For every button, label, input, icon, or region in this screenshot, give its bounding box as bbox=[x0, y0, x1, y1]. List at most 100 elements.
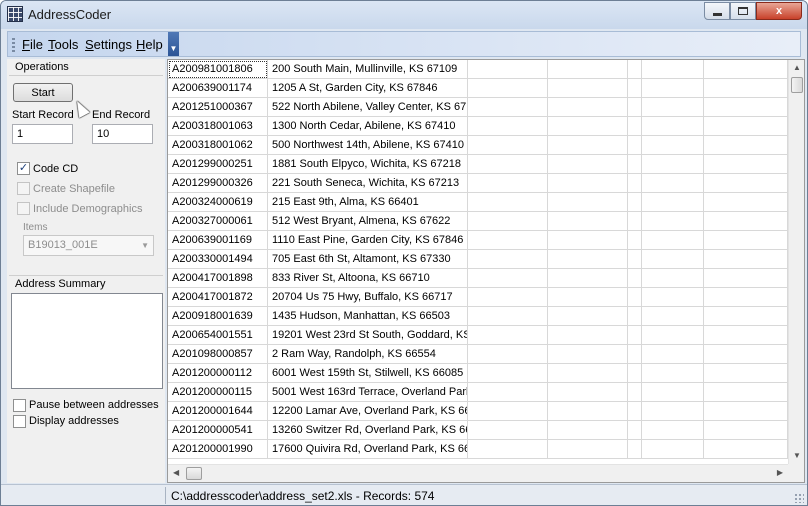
items-select[interactable]: B19013_001E ▼ bbox=[23, 235, 154, 256]
address-cell[interactable]: 221 South Seneca, Wichita, KS 67213 bbox=[268, 174, 468, 193]
empty-cell[interactable] bbox=[642, 307, 704, 326]
id-cell[interactable]: A201200001644 bbox=[168, 402, 268, 421]
empty-cell[interactable] bbox=[628, 60, 642, 79]
table-row[interactable]: A201200001644 12200 Lamar Ave, Overland P… bbox=[168, 402, 788, 421]
title-bar[interactable]: AddressCoder x bbox=[1, 1, 807, 29]
id-cell[interactable]: A201251000367 bbox=[168, 98, 268, 117]
table-row[interactable]: A201200001990 17600 Quivira Rd, Overland … bbox=[168, 440, 788, 459]
empty-cell[interactable] bbox=[704, 193, 788, 212]
empty-cell[interactable] bbox=[628, 402, 642, 421]
empty-cell[interactable] bbox=[704, 345, 788, 364]
id-cell[interactable]: A200639001169 bbox=[168, 231, 268, 250]
empty-cell[interactable] bbox=[468, 250, 548, 269]
empty-cell[interactable] bbox=[628, 250, 642, 269]
address-cell[interactable]: 705 East 6th St, Altamont, KS 67330 bbox=[268, 250, 468, 269]
empty-cell[interactable] bbox=[704, 326, 788, 345]
id-cell[interactable]: A201200000112 bbox=[168, 364, 268, 383]
table-row[interactable]: A200417001898 833 River St, Altoona, KS 6… bbox=[168, 269, 788, 288]
empty-cell[interactable] bbox=[628, 79, 642, 98]
empty-cell[interactable] bbox=[704, 364, 788, 383]
minimize-button[interactable] bbox=[704, 2, 730, 20]
empty-cell[interactable] bbox=[642, 60, 704, 79]
empty-cell[interactable] bbox=[468, 79, 548, 98]
empty-cell[interactable] bbox=[548, 288, 628, 307]
resize-grip-icon[interactable] bbox=[794, 493, 804, 503]
id-cell[interactable]: A200324000619 bbox=[168, 193, 268, 212]
id-cell[interactable]: A200654001551 bbox=[168, 326, 268, 345]
table-row[interactable]: A200330001494 705 East 6th St, Altamont, … bbox=[168, 250, 788, 269]
empty-cell[interactable] bbox=[704, 136, 788, 155]
table-row[interactable]: A200327000061 512 West Bryant, Almena, KS… bbox=[168, 212, 788, 231]
vertical-scroll-thumb[interactable] bbox=[791, 77, 803, 93]
empty-cell[interactable] bbox=[468, 117, 548, 136]
table-row[interactable]: A201200000112 6001 West 159th St, Stilwel… bbox=[168, 364, 788, 383]
empty-cell[interactable] bbox=[468, 402, 548, 421]
empty-cell[interactable] bbox=[704, 402, 788, 421]
table-row[interactable]: A201098000857 2 Ram Way, Randolph, KS 665… bbox=[168, 345, 788, 364]
empty-cell[interactable] bbox=[628, 440, 642, 459]
empty-cell[interactable] bbox=[468, 326, 548, 345]
table-row[interactable]: A200324000619 215 East 9th, Alma, KS 6640… bbox=[168, 193, 788, 212]
menu-grip-icon[interactable] bbox=[12, 38, 15, 52]
address-cell[interactable]: 512 West Bryant, Almena, KS 67622 bbox=[268, 212, 468, 231]
address-cell[interactable]: 19201 West 23rd St South, Goddard, KS 67… bbox=[268, 326, 468, 345]
id-cell[interactable]: A200330001494 bbox=[168, 250, 268, 269]
empty-cell[interactable] bbox=[468, 98, 548, 117]
address-cell[interactable]: 5001 West 163rd Terrace, Overland Park, … bbox=[268, 383, 468, 402]
address-cell[interactable]: 1300 North Cedar, Abilene, KS 67410 bbox=[268, 117, 468, 136]
table-row[interactable]: A200918001639 1435 Hudson, Manhattan, KS … bbox=[168, 307, 788, 326]
vertical-scrollbar[interactable]: ▲ ▼ bbox=[788, 60, 804, 464]
menu-overflow-button[interactable]: ▼ bbox=[168, 32, 179, 56]
empty-cell[interactable] bbox=[642, 98, 704, 117]
empty-cell[interactable] bbox=[468, 288, 548, 307]
id-cell[interactable]: A201299000251 bbox=[168, 155, 268, 174]
table-row[interactable]: A201299000251 1881 South Elpyco, Wichita,… bbox=[168, 155, 788, 174]
pause-checkbox[interactable] bbox=[13, 399, 26, 412]
table-row[interactable]: A201299000326 221 South Seneca, Wichita, … bbox=[168, 174, 788, 193]
id-cell[interactable]: A200327000061 bbox=[168, 212, 268, 231]
empty-cell[interactable] bbox=[468, 193, 548, 212]
code-cd-checkbox[interactable]: ✓ bbox=[17, 162, 30, 175]
address-cell[interactable]: 522 North Abilene, Valley Center, KS 671… bbox=[268, 98, 468, 117]
empty-cell[interactable] bbox=[548, 212, 628, 231]
empty-cell[interactable] bbox=[628, 117, 642, 136]
address-summary-textbox[interactable] bbox=[11, 293, 163, 389]
close-button[interactable]: x bbox=[756, 2, 802, 20]
empty-cell[interactable] bbox=[642, 250, 704, 269]
table-row[interactable]: A200318001062 500 Northwest 14th, Abilene… bbox=[168, 136, 788, 155]
empty-cell[interactable] bbox=[468, 174, 548, 193]
empty-cell[interactable] bbox=[628, 193, 642, 212]
empty-cell[interactable] bbox=[548, 383, 628, 402]
empty-cell[interactable] bbox=[628, 383, 642, 402]
empty-cell[interactable] bbox=[548, 269, 628, 288]
empty-cell[interactable] bbox=[548, 250, 628, 269]
empty-cell[interactable] bbox=[468, 440, 548, 459]
display-addresses-checkbox[interactable] bbox=[13, 415, 26, 428]
empty-cell[interactable] bbox=[628, 326, 642, 345]
address-cell[interactable]: 20704 Us 75 Hwy, Buffalo, KS 66717 bbox=[268, 288, 468, 307]
address-cell[interactable]: 6001 West 159th St, Stilwell, KS 66085 bbox=[268, 364, 468, 383]
address-cell[interactable]: 12200 Lamar Ave, Overland Park, KS 66209 bbox=[268, 402, 468, 421]
empty-cell[interactable] bbox=[628, 98, 642, 117]
table-row[interactable]: A201200000541 13260 Switzer Rd, Overland … bbox=[168, 421, 788, 440]
empty-cell[interactable] bbox=[468, 231, 548, 250]
empty-cell[interactable] bbox=[642, 193, 704, 212]
table-row[interactable]: A201251000367 522 North Abilene, Valley C… bbox=[168, 98, 788, 117]
empty-cell[interactable] bbox=[548, 136, 628, 155]
address-cell[interactable]: 1205 A St, Garden City, KS 67846 bbox=[268, 79, 468, 98]
start-record-input[interactable]: 1 bbox=[12, 124, 73, 144]
empty-cell[interactable] bbox=[548, 421, 628, 440]
empty-cell[interactable] bbox=[548, 231, 628, 250]
table-row[interactable]: A200654001551 19201 West 23rd St South, G… bbox=[168, 326, 788, 345]
empty-cell[interactable] bbox=[628, 345, 642, 364]
empty-cell[interactable] bbox=[548, 60, 628, 79]
empty-cell[interactable] bbox=[704, 307, 788, 326]
empty-cell[interactable] bbox=[548, 402, 628, 421]
empty-cell[interactable] bbox=[642, 345, 704, 364]
empty-cell[interactable] bbox=[642, 79, 704, 98]
empty-cell[interactable] bbox=[704, 117, 788, 136]
id-cell[interactable]: A200639001174 bbox=[168, 79, 268, 98]
empty-cell[interactable] bbox=[468, 212, 548, 231]
id-cell[interactable]: A201098000857 bbox=[168, 345, 268, 364]
address-cell[interactable]: 1435 Hudson, Manhattan, KS 66503 bbox=[268, 307, 468, 326]
